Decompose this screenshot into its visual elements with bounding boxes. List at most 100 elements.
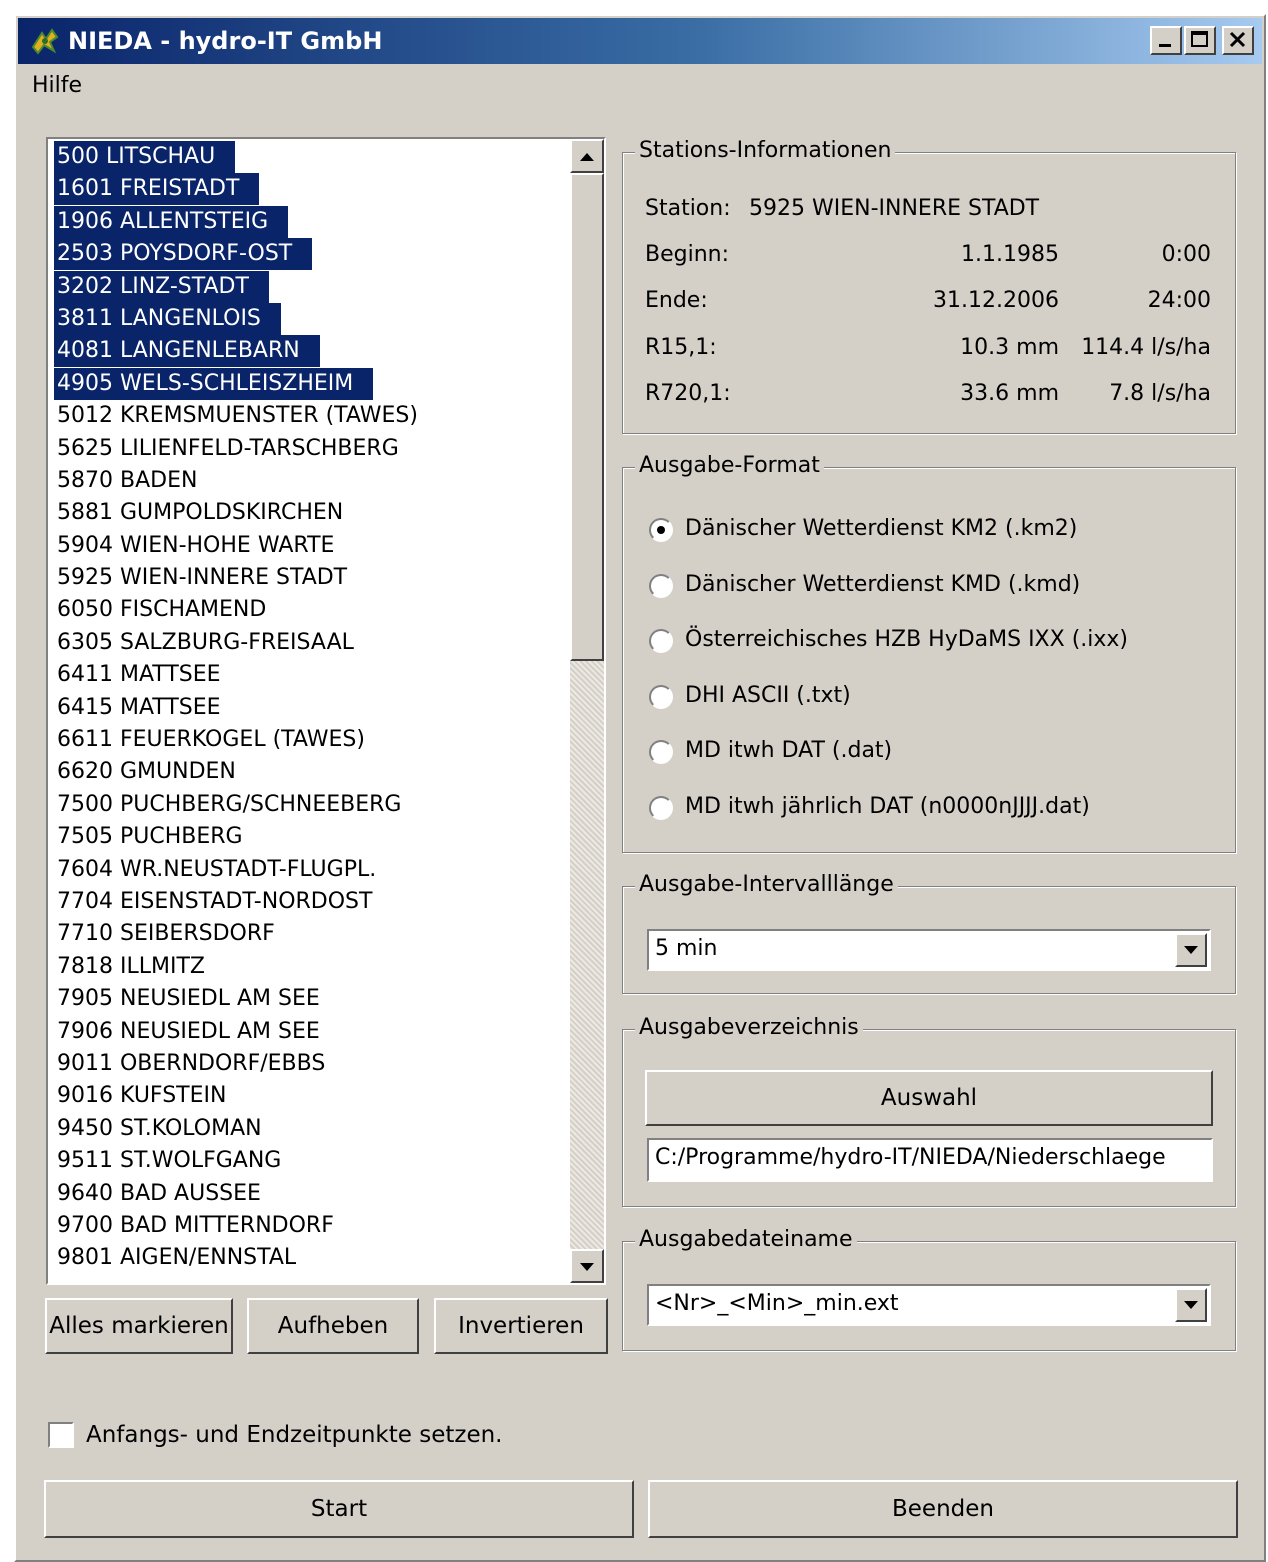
- select-all-button[interactable]: Alles markieren: [45, 1298, 233, 1354]
- title-bar[interactable]: NIEDA - hydro-IT GmbH: [18, 18, 1262, 64]
- station-info-legend: Stations-Informationen: [635, 137, 896, 165]
- list-item[interactable]: 9011 OBERNDORF/EBBS: [54, 1048, 564, 1080]
- output-format-group: Ausgabe-Format Dänischer Wetterdienst KM…: [622, 452, 1236, 853]
- list-item[interactable]: 6415 MATTSEE: [54, 692, 564, 724]
- menu-bar: Hilfe: [18, 66, 1262, 106]
- format-option-label[interactable]: MD itwh DAT (.dat): [685, 737, 892, 765]
- list-item[interactable]: 9450 ST.KOLOMAN: [54, 1113, 564, 1145]
- list-item[interactable]: 1601 FREISTADT: [54, 173, 564, 206]
- scroll-thumb[interactable]: [570, 173, 604, 661]
- invert-button[interactable]: Invertieren: [434, 1298, 608, 1354]
- list-item[interactable]: 6050 FISCHAMEND: [54, 594, 564, 626]
- list-item[interactable]: 5925 WIEN-INNERE STADT: [54, 562, 564, 594]
- format-radio[interactable]: [649, 684, 673, 709]
- list-item[interactable]: 6620 GMUNDEN: [54, 756, 564, 788]
- vertical-scrollbar[interactable]: [570, 139, 604, 1283]
- quit-button[interactable]: Beenden: [648, 1480, 1238, 1538]
- list-item[interactable]: 3202 LINZ-STADT: [54, 270, 564, 303]
- filename-dropdown-button[interactable]: [1175, 1288, 1207, 1322]
- list-item[interactable]: 6305 SALZBURG-FREISAAL: [54, 627, 564, 659]
- station-listbox[interactable]: 500 LITSCHAU 1601 FREISTADT 1906 ALLENTSTE…: [46, 137, 606, 1285]
- list-item[interactable]: 3811 LANGENLOIS: [54, 302, 564, 335]
- list-item[interactable]: 7710 SEIBERSDORF: [54, 918, 564, 950]
- format-radio[interactable]: [649, 629, 673, 653]
- list-item[interactable]: 9801 AIGEN/ENNSTAL: [54, 1242, 564, 1274]
- scroll-up-button[interactable]: [570, 139, 604, 173]
- format-radio[interactable]: [649, 740, 673, 764]
- list-item-label: 6411 MATTSEE: [57, 662, 221, 688]
- list-item[interactable]: 9640 BAD AUSSEE: [54, 1178, 564, 1210]
- choose-dir-button[interactable]: Auswahl: [645, 1070, 1213, 1126]
- list-item[interactable]: 9511 ST.WOLFGANG: [54, 1145, 564, 1177]
- list-item[interactable]: 6611 FEUERKOGEL (TAWES): [54, 724, 564, 756]
- arrow-up-icon: [580, 153, 594, 161]
- scroll-down-button[interactable]: [570, 1249, 604, 1283]
- list-item-label: 2503 POYSDORF-OST: [54, 238, 313, 271]
- start-button[interactable]: Start: [44, 1480, 634, 1538]
- interval-dropdown-button[interactable]: [1175, 933, 1207, 967]
- list-item[interactable]: 5881 GUMPOLDSKIRCHEN: [54, 497, 564, 529]
- list-item[interactable]: 4081 LANGENLEBARN: [54, 335, 564, 368]
- list-item-label: 9016 KUFSTEIN: [57, 1083, 227, 1109]
- format-radio[interactable]: [649, 573, 673, 598]
- format-option-label[interactable]: Dänischer Wetterdienst KMD (.kmd): [685, 571, 1080, 599]
- output-filename-group: Ausgabedateiname <Nr>_<Min>_min.ext: [622, 1226, 1236, 1351]
- list-item[interactable]: 9700 BAD MITTERNDORF: [54, 1210, 564, 1242]
- format-option-label[interactable]: DHI ASCII (.txt): [685, 682, 851, 710]
- output-dir-input[interactable]: C:/Programme/hydro-IT/NIEDA/Niederschlae…: [647, 1138, 1213, 1182]
- output-dir-group: Ausgabeverzeichnis Auswahl C:/Programme/…: [622, 1014, 1236, 1207]
- format-option-label[interactable]: MD itwh jährlich DAT (n0000nJJJJ.dat): [685, 793, 1090, 821]
- list-item[interactable]: 7906 NEUSIEDL AM SEE: [54, 1016, 564, 1048]
- format-radio[interactable]: [649, 518, 673, 542]
- radio-dot-icon: [657, 526, 665, 534]
- list-item[interactable]: 5904 WIEN-HOHE WARTE: [54, 530, 564, 562]
- list-item[interactable]: 500 LITSCHAU: [54, 141, 564, 173]
- list-item[interactable]: 5870 BADEN: [54, 465, 564, 497]
- list-item[interactable]: 7818 ILLMITZ: [54, 951, 564, 983]
- output-dir-legend: Ausgabeverzeichnis: [635, 1014, 863, 1042]
- list-item[interactable]: 9016 KUFSTEIN: [54, 1080, 564, 1112]
- output-filename-legend: Ausgabedateiname: [635, 1226, 857, 1254]
- list-item[interactable]: 1906 ALLENTSTEIG: [54, 205, 564, 238]
- begin-date: 1.1.1985: [961, 242, 1059, 267]
- close-button[interactable]: [1222, 26, 1254, 55]
- list-item-label: 7818 ILLMITZ: [57, 953, 205, 979]
- station-label: Station:: [645, 196, 731, 221]
- list-item-label: 4081 LANGENLEBARN: [54, 335, 320, 368]
- list-item-label: 6415 MATTSEE: [57, 694, 221, 720]
- maximize-button[interactable]: [1184, 26, 1216, 55]
- menu-item-hilfe[interactable]: Hilfe: [32, 72, 82, 100]
- station-info-group: Stations-Informationen Station: 5925 WIE…: [622, 137, 1236, 434]
- time-range-checkbox[interactable]: [48, 1422, 74, 1448]
- r720-label: R720,1:: [645, 381, 731, 406]
- format-option-label[interactable]: Dänischer Wetterdienst KM2 (.km2): [685, 515, 1077, 543]
- list-item[interactable]: 7704 EISENSTADT-NORDOST: [54, 886, 564, 918]
- app-icon: [31, 28, 59, 55]
- format-radio[interactable]: [649, 795, 673, 820]
- deselect-button[interactable]: Aufheben: [247, 1298, 419, 1354]
- list-item-label: 5925 WIEN-INNERE STADT: [57, 565, 348, 591]
- list-item[interactable]: 4905 WELS-SCHLEISZHEIM: [54, 367, 564, 400]
- list-item[interactable]: 2503 POYSDORF-OST: [54, 238, 564, 271]
- list-item-label: 1601 FREISTADT: [54, 173, 260, 206]
- list-item-label: 7604 WR.NEUSTADT-FLUGPL.: [57, 856, 377, 882]
- main-window: NIEDA - hydro-IT GmbH Hilfe 500 LITSCHAU…: [14, 14, 1266, 1562]
- list-item[interactable]: 5625 LILIENFELD-TARSCHBERG: [54, 433, 564, 465]
- list-item[interactable]: 7505 PUCHBERG: [54, 821, 564, 853]
- format-option-label[interactable]: Österreichisches HZB HyDaMS IXX (.ixx): [685, 626, 1128, 654]
- output-filename-select[interactable]: <Nr>_<Min>_min.ext: [647, 1284, 1211, 1326]
- list-item-label: 7505 PUCHBERG: [57, 824, 243, 850]
- minimize-button[interactable]: [1150, 26, 1182, 55]
- list-item-label: 9450 ST.KOLOMAN: [57, 1115, 262, 1141]
- list-item[interactable]: 7905 NEUSIEDL AM SEE: [54, 983, 564, 1015]
- interval-group: Ausgabe-Intervalllänge 5 min: [622, 871, 1236, 994]
- list-item-label: 7905 NEUSIEDL AM SEE: [57, 986, 320, 1012]
- list-item[interactable]: 7500 PUCHBERG/SCHNEEBERG: [54, 789, 564, 821]
- list-item-label: 5625 LILIENFELD-TARSCHBERG: [57, 435, 399, 461]
- r720-mm: 33.6 mm: [960, 381, 1059, 406]
- list-item[interactable]: 5012 KREMSMUENSTER (TAWES): [54, 400, 564, 432]
- r15-label: R15,1:: [645, 335, 717, 360]
- interval-select[interactable]: 5 min: [647, 929, 1211, 971]
- list-item[interactable]: 6411 MATTSEE: [54, 659, 564, 691]
- list-item[interactable]: 7604 WR.NEUSTADT-FLUGPL.: [54, 854, 564, 886]
